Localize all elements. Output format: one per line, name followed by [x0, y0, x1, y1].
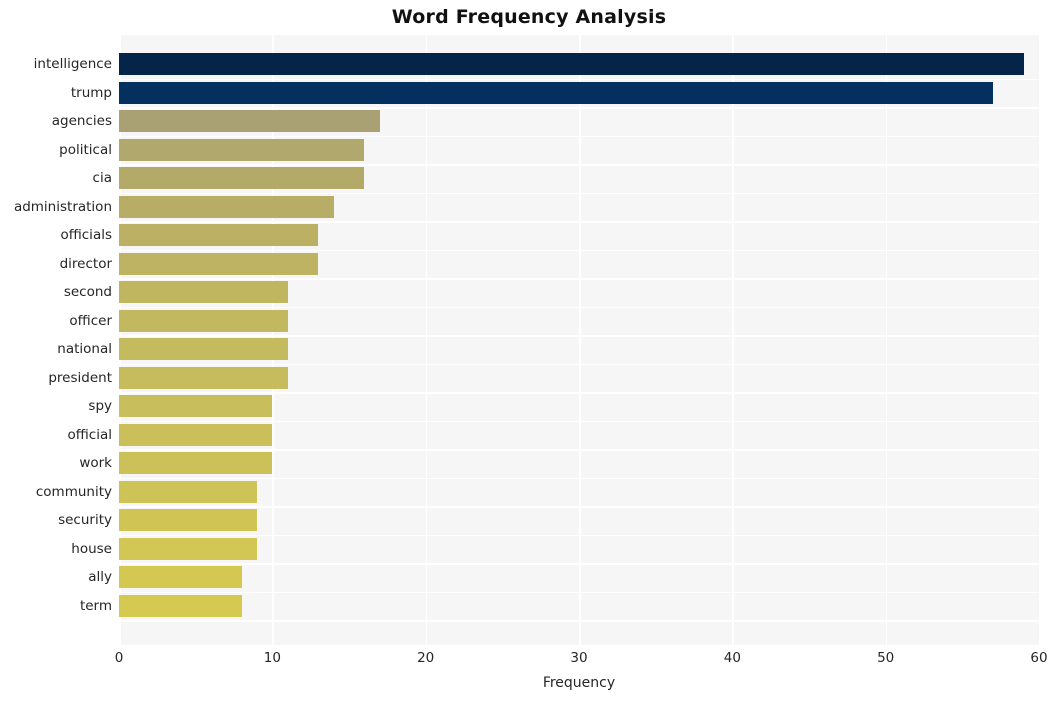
y-tick-label-administration: administration	[13, 198, 112, 215]
y-tick-label-cia: cia	[92, 170, 112, 187]
gridline-y-19	[119, 620, 1039, 622]
gridline-y-6	[119, 249, 1039, 252]
word-frequency-chart: Word Frequency Analysis intelligence trum…	[0, 0, 1058, 701]
y-tick-label-director: director	[59, 255, 112, 272]
gridline-y-13	[119, 449, 1039, 451]
bar-officer[interactable]	[119, 309, 288, 332]
y-tick-label-president: president	[48, 369, 112, 386]
gridline-y-14	[119, 477, 1039, 480]
x-tick-label-60: 60	[1030, 650, 1048, 666]
y-tick-label-political: political	[59, 141, 112, 158]
gridline-y-8	[119, 306, 1039, 309]
y-tick-label-official: official	[67, 426, 112, 443]
y-tick-label-officer: officer	[69, 312, 112, 329]
gridline-y-16	[119, 534, 1039, 537]
bar-director[interactable]	[119, 252, 319, 275]
gridline-y-2	[119, 135, 1039, 138]
y-tick-label-term: term	[79, 597, 112, 614]
bar-administration[interactable]	[119, 195, 334, 218]
bar-term[interactable]	[119, 594, 242, 617]
y-tick-label-national: national	[57, 341, 112, 358]
gridline-y-3	[119, 164, 1039, 166]
plot-area	[119, 35, 1039, 645]
bar-house[interactable]	[119, 537, 257, 560]
bar-officials[interactable]	[119, 224, 319, 247]
y-tick-label-agencies: agencies	[51, 113, 112, 130]
x-axis-label: Frequency	[542, 675, 616, 691]
gridline-y-10	[119, 363, 1039, 366]
x-tick-label-0: 0	[114, 650, 124, 666]
gridline-x-40	[732, 35, 734, 645]
y-tick-label-work: work	[79, 455, 112, 472]
bar-security[interactable]	[119, 509, 257, 532]
bar-work[interactable]	[119, 452, 273, 475]
gridline-y-5	[119, 221, 1039, 223]
bar-agencies[interactable]	[119, 110, 380, 133]
y-tick-label-officials: officials	[60, 227, 112, 244]
x-tick-label-30: 30	[570, 650, 588, 666]
bar-trump[interactable]	[119, 81, 993, 104]
gridline-y-1	[119, 107, 1039, 109]
gridline-y-4	[119, 192, 1039, 195]
y-tick-label-trump: trump	[70, 84, 112, 101]
gridline-y-11	[119, 392, 1039, 394]
bar-political[interactable]	[119, 138, 365, 161]
bar-spy[interactable]	[119, 395, 273, 418]
y-tick-label-intelligence: intelligence	[33, 56, 112, 73]
gridline-y-0	[119, 78, 1039, 81]
gridline-y-7	[119, 278, 1039, 280]
gridline-y-17	[119, 563, 1039, 565]
y-tick-label-community: community	[35, 483, 112, 500]
y-tick-label-security: security	[58, 512, 112, 529]
bar-second[interactable]	[119, 281, 288, 304]
y-tick-label-house: house	[71, 540, 112, 557]
gridline-x-50	[885, 35, 888, 645]
y-axis-tick-labels: intelligence trump agencies political cia adm…	[0, 35, 112, 645]
x-axis-tick-labels: 0 10 20 30 40 50 60	[0, 650, 1058, 672]
bar-official[interactable]	[119, 423, 273, 446]
bar-community[interactable]	[119, 480, 257, 503]
y-tick-label-spy: spy	[88, 398, 112, 415]
gridline-y-18	[119, 591, 1039, 594]
bar-intelligence[interactable]	[119, 53, 1024, 76]
bar-cia[interactable]	[119, 167, 365, 190]
x-tick-label-10: 10	[263, 650, 281, 666]
gridline-x-30	[579, 35, 581, 645]
y-tick-label-second: second	[63, 284, 112, 301]
bar-national[interactable]	[119, 338, 288, 361]
gridline-y-15	[119, 506, 1039, 508]
gridline-y-9	[119, 335, 1039, 337]
chart-title: Word Frequency Analysis	[391, 6, 667, 28]
gridline-x-20	[425, 35, 428, 645]
x-tick-label-50: 50	[877, 650, 895, 666]
x-tick-label-40: 40	[723, 650, 741, 666]
bar-ally[interactable]	[119, 566, 242, 589]
gridline-y-12	[119, 420, 1039, 423]
bar-president[interactable]	[119, 366, 288, 389]
x-tick-label-20: 20	[417, 650, 435, 666]
y-tick-label-ally: ally	[88, 569, 112, 586]
